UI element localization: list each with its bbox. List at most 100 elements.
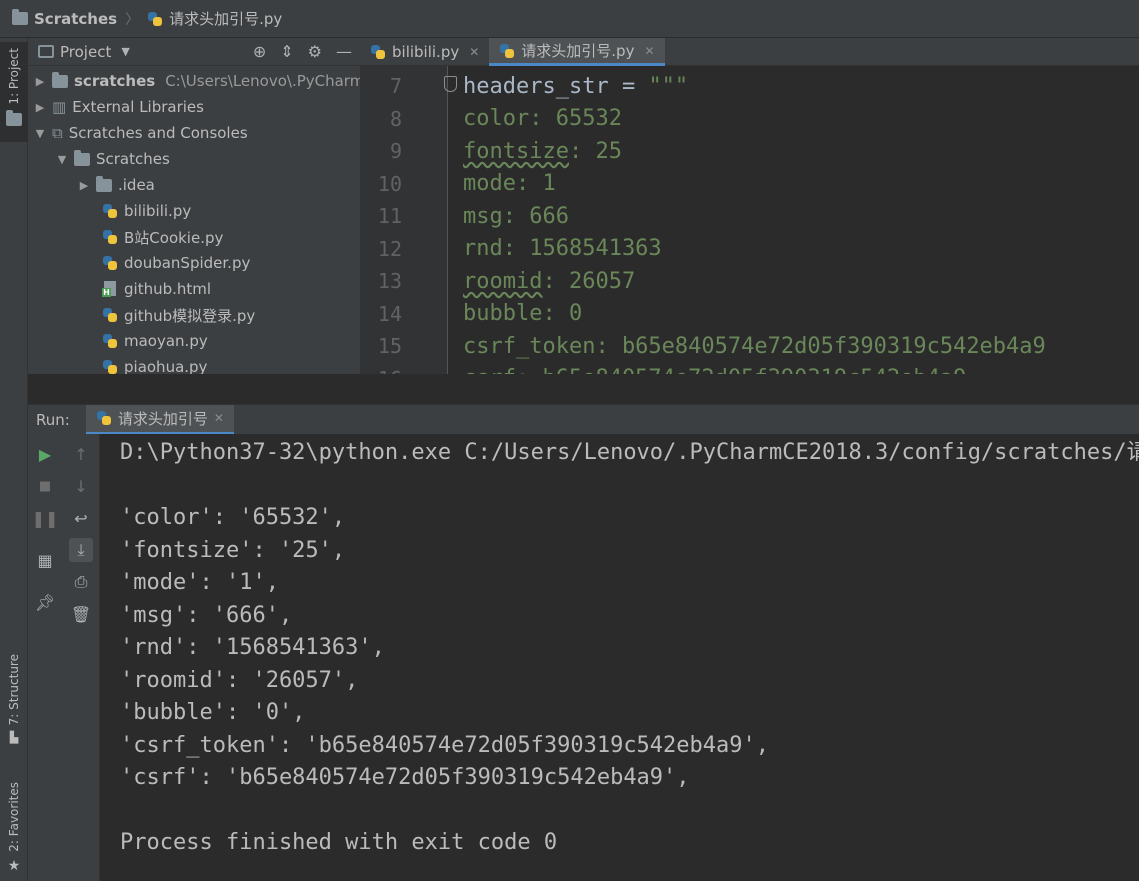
rerun-icon[interactable]: ▶: [33, 442, 57, 466]
string-token: : 25: [568, 138, 622, 164]
close-icon[interactable]: ✕: [469, 45, 479, 59]
stop-icon[interactable]: ■: [33, 474, 57, 498]
tab-bilibili[interactable]: bilibili.py ✕: [360, 38, 489, 66]
restore-layout-icon[interactable]: ▦: [33, 548, 57, 572]
run-toolbar-primary: ▶ ■ ❚❚ ▦ 📌︎: [28, 434, 62, 881]
favorites-tool-tab[interactable]: 2: Favorites ★: [0, 782, 28, 878]
arrow-up-icon[interactable]: ↑: [69, 442, 93, 466]
print-icon[interactable]: ⎙: [69, 570, 93, 594]
python-file-icon: [102, 307, 118, 323]
scroll-to-end-icon[interactable]: ⤓: [69, 538, 93, 562]
string-token: : 26057: [542, 268, 636, 294]
hide-icon[interactable]: —: [336, 42, 352, 61]
navigation-bar: Scratches 〉 请求头加引号.py: [0, 0, 1139, 38]
line-number: 13: [377, 269, 402, 293]
html-file-icon: [102, 281, 118, 297]
pause-icon[interactable]: ❚❚: [32, 506, 59, 530]
folder-icon: [74, 149, 90, 166]
breadcrumb-file[interactable]: 请求头加引号.py: [147, 8, 282, 29]
arrow-down-icon[interactable]: ↓: [69, 474, 93, 498]
code-text: mode: 1: [463, 171, 556, 196]
close-icon[interactable]: ✕: [644, 44, 654, 58]
project-window-icon: [38, 45, 54, 58]
python-file-icon: [102, 255, 118, 271]
code-line: 14 bubble: 0: [360, 298, 1139, 330]
chevron-right-icon[interactable]: ▶: [34, 75, 46, 88]
console-line: 'fontsize': '25',: [120, 537, 346, 563]
console-line: 'color': '65532',: [120, 505, 346, 530]
locate-icon[interactable]: ⊕: [253, 42, 266, 61]
code-line: 8 color: 65532: [360, 103, 1139, 135]
python-file-icon: [102, 359, 118, 375]
code-text: roomid: 26057: [463, 269, 635, 294]
tree-item[interactable]: github模拟登录.py: [84, 302, 255, 328]
tree-item[interactable]: ▶ .idea: [78, 172, 155, 198]
project-tool-tab[interactable]: 1: Project: [0, 42, 28, 142]
fold-marker-icon[interactable]: [444, 76, 457, 92]
python-file-icon: [102, 229, 118, 245]
line-number: 11: [377, 204, 402, 228]
structure-tool-tab[interactable]: 7: Structure ▙: [0, 654, 28, 754]
chevron-down-icon[interactable]: ▼: [34, 127, 46, 140]
run-tab-label: 请求头加引号: [117, 409, 208, 428]
panel-divider[interactable]: [28, 374, 1139, 404]
chevron-down-icon[interactable]: ▼: [56, 153, 68, 166]
tree-item-label: scratches: [74, 72, 156, 90]
library-icon: ▥: [52, 98, 67, 116]
project-view-selector[interactable]: Project ▼: [38, 43, 130, 61]
tree-item[interactable]: maoyan.py: [84, 328, 208, 354]
close-icon[interactable]: ✕: [214, 411, 224, 425]
chevron-right-icon[interactable]: ▶: [34, 101, 46, 114]
run-tab[interactable]: 请求头加引号 ✕: [85, 404, 234, 435]
left-tool-stripe: 1: Project 7: Structure ▙ 2: Favorites ★: [0, 38, 28, 881]
project-tool-tab-label: 1: Project: [7, 48, 21, 105]
line-number: 12: [377, 236, 402, 261]
code-text: color: 65532: [463, 106, 622, 131]
project-panel-title: Project: [60, 42, 112, 61]
trash-icon[interactable]: 🗑︎: [69, 602, 93, 626]
tree-item[interactable]: ▼ Scratches: [56, 146, 170, 172]
tree-item[interactable]: ▼ ⧉ Scratches and Consoles: [34, 120, 248, 146]
tree-item-label: github.html: [124, 280, 212, 298]
pin-icon[interactable]: 📌︎: [33, 590, 57, 614]
code-line: 7 headers_str = """: [360, 70, 1139, 102]
soft-wrap-icon[interactable]: ↩: [69, 506, 93, 530]
tree-item[interactable]: ▶ ▥ External Libraries: [34, 94, 204, 120]
chevron-right-icon[interactable]: ▶: [78, 179, 90, 192]
tree-item[interactable]: B站Cookie.py: [84, 224, 223, 250]
tree-item-label: External Libraries: [72, 98, 204, 116]
console-line: Process finished with exit code 0: [120, 830, 558, 855]
tree-item[interactable]: bilibili.py: [84, 198, 191, 224]
breadcrumb-root[interactable]: Scratches: [12, 9, 117, 28]
tree-item-label: maoyan.py: [124, 332, 208, 350]
folder-icon: [6, 109, 22, 126]
run-panel-label: Run:: [36, 410, 70, 429]
console-line: 'msg': '666',: [120, 602, 293, 628]
gear-icon[interactable]: ⚙: [308, 42, 322, 61]
run-console[interactable]: D:\Python37-32\python.exe C:/Users/Lenov…: [100, 434, 1139, 881]
string-token: msg: 666: [463, 203, 569, 229]
code-text: fontsize: 25: [463, 139, 622, 164]
console-line: 'roomid': '26057',: [120, 667, 359, 693]
code-line: 13 roomid: 26057: [360, 265, 1139, 297]
python-file-icon: [96, 410, 112, 426]
star-icon: ★: [7, 857, 21, 874]
code-editor[interactable]: 7 headers_str = """ 8 color: 65532 9 fontsize…: [360, 66, 1139, 374]
string-token: mode: 1: [463, 171, 556, 196]
typo-highlight: roomid: [463, 268, 543, 294]
project-tree: ▶ scratches C:\Users\Lenovo\.PyCharmCE ▶ ▥ Ex…: [28, 66, 360, 404]
run-panel-header: Run: 请求头加引号 ✕: [28, 404, 1139, 435]
chevron-down-icon: ▼: [121, 45, 130, 58]
line-number: 15: [377, 334, 402, 358]
code-token: headers_str =: [463, 73, 649, 99]
tab-request-header[interactable]: 请求头加引号.py ✕: [489, 38, 665, 66]
tree-item[interactable]: doubanSpider.py: [84, 250, 250, 276]
collapse-all-icon[interactable]: ⇕: [280, 42, 293, 61]
code-line: 11 msg: 666: [360, 200, 1139, 232]
tree-item-path: C:\Users\Lenovo\.PyCharmCE: [165, 72, 360, 90]
python-file-icon: [147, 11, 163, 27]
tree-item[interactable]: ▶ scratches C:\Users\Lenovo\.PyCharmCE: [34, 68, 360, 94]
tree-item[interactable]: github.html: [84, 276, 211, 302]
code-text: rnd: 1568541363: [463, 236, 662, 261]
run-toolbar-secondary: ↑ ↓ ↩ ⤓ ⎙ 🗑︎: [62, 434, 100, 881]
